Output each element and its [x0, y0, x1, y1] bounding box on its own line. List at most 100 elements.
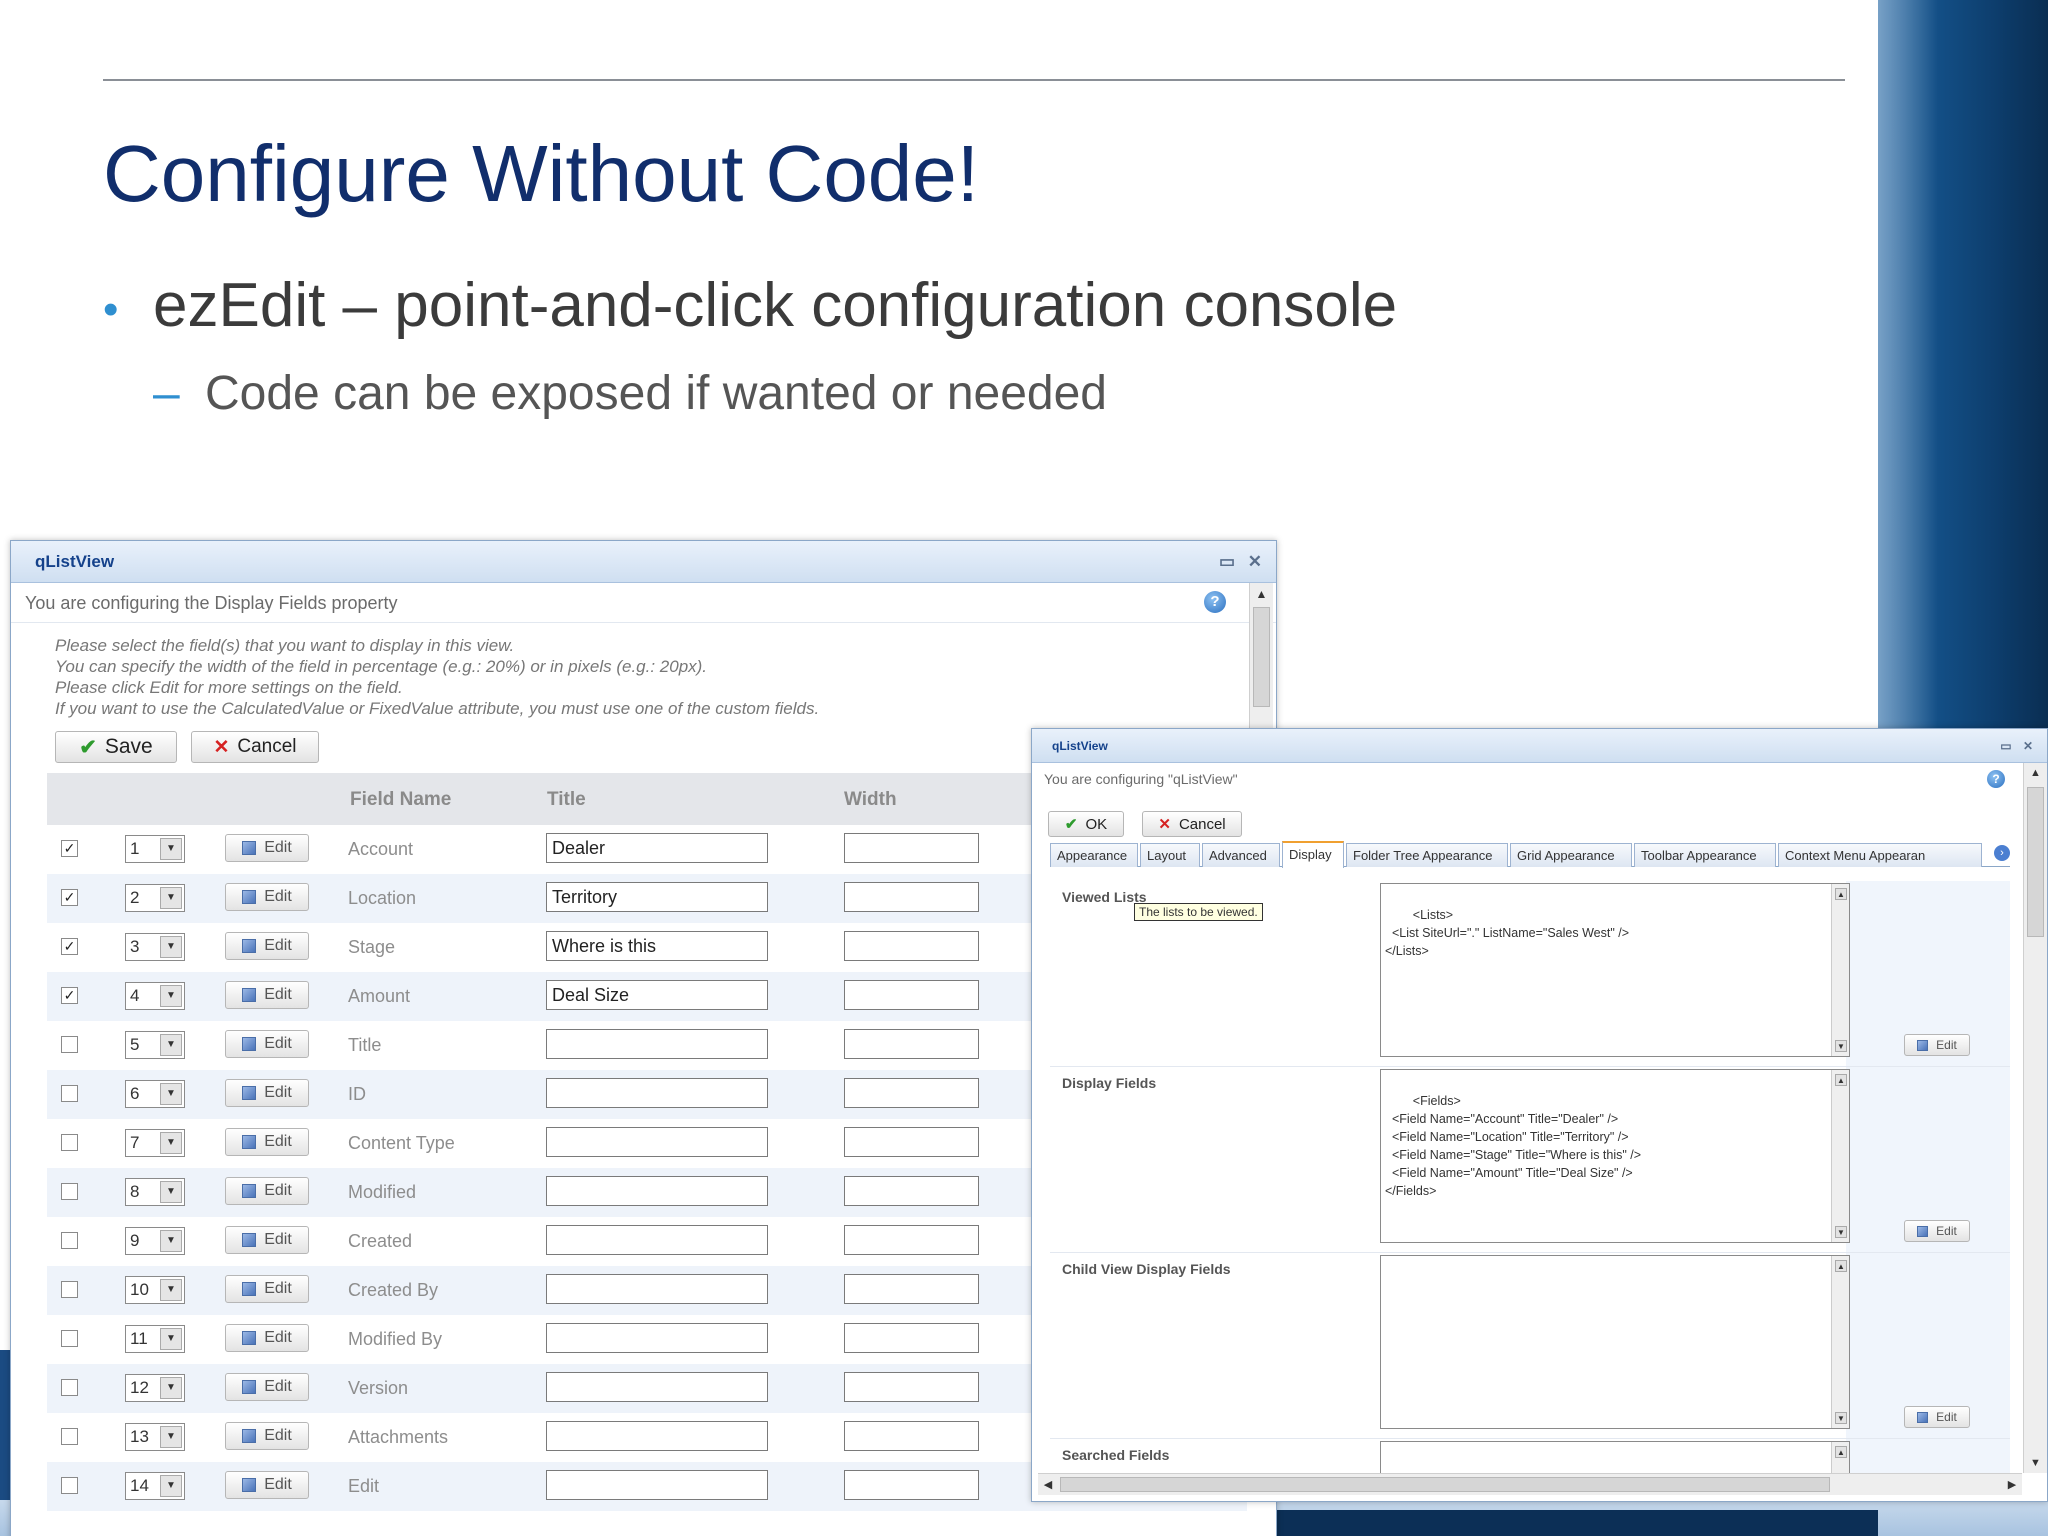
- dropdown-arrow-icon[interactable]: ▼: [160, 1034, 182, 1056]
- width-input[interactable]: [844, 1127, 979, 1157]
- vertical-scrollbar[interactable]: ▲ ▼: [2023, 763, 2047, 1473]
- tab-grid-appearance[interactable]: Grid Appearance: [1510, 843, 1632, 867]
- window-controls-icon[interactable]: ▭ ✕: [2000, 739, 2037, 753]
- scroll-down-icon[interactable]: ▼: [1835, 1226, 1847, 1238]
- field-edit-button[interactable]: Edit: [225, 1128, 309, 1156]
- scroll-right-icon[interactable]: ▶: [2002, 1474, 2022, 1496]
- width-input[interactable]: [844, 1029, 979, 1059]
- scroll-up-icon[interactable]: ▲: [2024, 763, 2047, 783]
- display-checkbox[interactable]: [61, 1232, 78, 1249]
- child-view-fields-edit-button[interactable]: Edit: [1904, 1406, 1970, 1428]
- dropdown-arrow-icon[interactable]: ▼: [160, 887, 182, 909]
- editor-scrollbar[interactable]: ▲ ▼: [1831, 884, 1849, 1056]
- tab-display[interactable]: Display: [1282, 841, 1344, 868]
- title-input[interactable]: [546, 1225, 768, 1255]
- cancel-button[interactable]: ✕ Cancel: [191, 731, 319, 763]
- field-edit-button[interactable]: Edit: [225, 932, 309, 960]
- dropdown-arrow-icon[interactable]: ▼: [160, 1279, 182, 1301]
- order-select[interactable]: 6 ▼: [125, 1080, 185, 1108]
- dialog-title-bar[interactable]: qListView ▭ ✕: [11, 541, 1276, 583]
- display-checkbox[interactable]: ✓: [61, 987, 78, 1004]
- title-input[interactable]: Deal Size: [546, 980, 768, 1010]
- order-select[interactable]: 5 ▼: [125, 1031, 185, 1059]
- dropdown-arrow-icon[interactable]: ▼: [160, 838, 182, 860]
- field-edit-button[interactable]: Edit: [225, 981, 309, 1009]
- title-input[interactable]: [546, 1127, 768, 1157]
- title-input[interactable]: [546, 1274, 768, 1304]
- order-select[interactable]: 3 ▼: [125, 933, 185, 961]
- width-input[interactable]: [844, 1225, 979, 1255]
- display-checkbox[interactable]: [61, 1330, 78, 1347]
- display-fields-editor[interactable]: <Fields> <Field Name="Account" Title="De…: [1380, 1069, 1850, 1243]
- field-edit-button[interactable]: Edit: [225, 834, 309, 862]
- display-checkbox[interactable]: ✓: [61, 840, 78, 857]
- width-input[interactable]: [844, 1176, 979, 1206]
- tab-advanced[interactable]: Advanced: [1202, 843, 1280, 867]
- scroll-thumb[interactable]: [1060, 1477, 1830, 1492]
- scroll-left-icon[interactable]: ◀: [1038, 1474, 1058, 1496]
- field-edit-button[interactable]: Edit: [225, 1275, 309, 1303]
- scroll-up-icon[interactable]: ▲: [1835, 1074, 1847, 1086]
- viewed-lists-edit-button[interactable]: Edit: [1904, 1034, 1970, 1056]
- column-header-width[interactable]: Width: [844, 789, 897, 811]
- ok-button[interactable]: ✔ OK: [1048, 811, 1124, 837]
- order-select[interactable]: 8 ▼: [125, 1178, 185, 1206]
- dialog-title-bar[interactable]: qListView ▭ ✕: [1032, 729, 2047, 763]
- scroll-down-icon[interactable]: ▼: [2024, 1453, 2047, 1473]
- help-icon[interactable]: ?: [1987, 770, 2005, 788]
- width-input[interactable]: [844, 833, 979, 863]
- width-input[interactable]: [844, 1470, 979, 1500]
- title-input[interactable]: [546, 1176, 768, 1206]
- display-checkbox[interactable]: [61, 1085, 78, 1102]
- dropdown-arrow-icon[interactable]: ▼: [160, 1328, 182, 1350]
- field-edit-button[interactable]: Edit: [225, 1422, 309, 1450]
- scroll-down-icon[interactable]: ▼: [1835, 1412, 1847, 1424]
- scroll-up-icon[interactable]: ▲: [1835, 1260, 1847, 1272]
- dropdown-arrow-icon[interactable]: ▼: [160, 1230, 182, 1252]
- order-select[interactable]: 1 ▼: [125, 835, 185, 863]
- viewed-lists-editor[interactable]: <Lists> <List SiteUrl="." ListName="Sale…: [1380, 883, 1850, 1057]
- width-input[interactable]: [844, 1323, 979, 1353]
- field-edit-button[interactable]: Edit: [225, 1226, 309, 1254]
- title-input[interactable]: [546, 1029, 768, 1059]
- order-select[interactable]: 11 ▼: [125, 1325, 185, 1353]
- next-tab-icon[interactable]: ›: [1994, 845, 2010, 861]
- cancel-button[interactable]: ✕ Cancel: [1142, 811, 1242, 837]
- display-checkbox[interactable]: [61, 1379, 78, 1396]
- width-input[interactable]: [844, 931, 979, 961]
- field-edit-button[interactable]: Edit: [225, 1177, 309, 1205]
- field-edit-button[interactable]: Edit: [225, 1079, 309, 1107]
- field-edit-button[interactable]: Edit: [225, 1373, 309, 1401]
- title-input[interactable]: [546, 1470, 768, 1500]
- width-input[interactable]: [844, 1274, 979, 1304]
- title-input[interactable]: [546, 1323, 768, 1353]
- dropdown-arrow-icon[interactable]: ▼: [160, 985, 182, 1007]
- field-edit-button[interactable]: Edit: [225, 883, 309, 911]
- order-select[interactable]: 4 ▼: [125, 982, 185, 1010]
- order-select[interactable]: 7 ▼: [125, 1129, 185, 1157]
- editor-scrollbar[interactable]: ▲ ▼: [1831, 1070, 1849, 1242]
- tab-toolbar-appearance[interactable]: Toolbar Appearance: [1634, 843, 1776, 867]
- display-checkbox[interactable]: [61, 1477, 78, 1494]
- dropdown-arrow-icon[interactable]: ▼: [160, 1475, 182, 1497]
- column-header-title[interactable]: Title: [547, 789, 586, 811]
- scroll-down-icon[interactable]: ▼: [1835, 1040, 1847, 1052]
- width-input[interactable]: [844, 882, 979, 912]
- scroll-up-icon[interactable]: ▲: [1250, 583, 1273, 605]
- title-input[interactable]: [546, 1421, 768, 1451]
- display-checkbox[interactable]: [61, 1428, 78, 1445]
- width-input[interactable]: [844, 1372, 979, 1402]
- width-input[interactable]: [844, 1421, 979, 1451]
- dropdown-arrow-icon[interactable]: ▼: [160, 1377, 182, 1399]
- dropdown-arrow-icon[interactable]: ▼: [160, 1132, 182, 1154]
- title-input[interactable]: Territory: [546, 882, 768, 912]
- width-input[interactable]: [844, 1078, 979, 1108]
- scroll-thumb[interactable]: [2027, 787, 2044, 937]
- tab-context-menu-appearance[interactable]: Context Menu Appearan: [1778, 843, 1982, 867]
- order-select[interactable]: 10 ▼: [125, 1276, 185, 1304]
- order-select[interactable]: 14 ▼: [125, 1472, 185, 1500]
- save-button[interactable]: ✔ Save: [55, 731, 177, 763]
- tab-layout[interactable]: Layout: [1140, 843, 1200, 867]
- scroll-thumb[interactable]: [1253, 607, 1270, 707]
- scroll-up-icon[interactable]: ▲: [1835, 888, 1847, 900]
